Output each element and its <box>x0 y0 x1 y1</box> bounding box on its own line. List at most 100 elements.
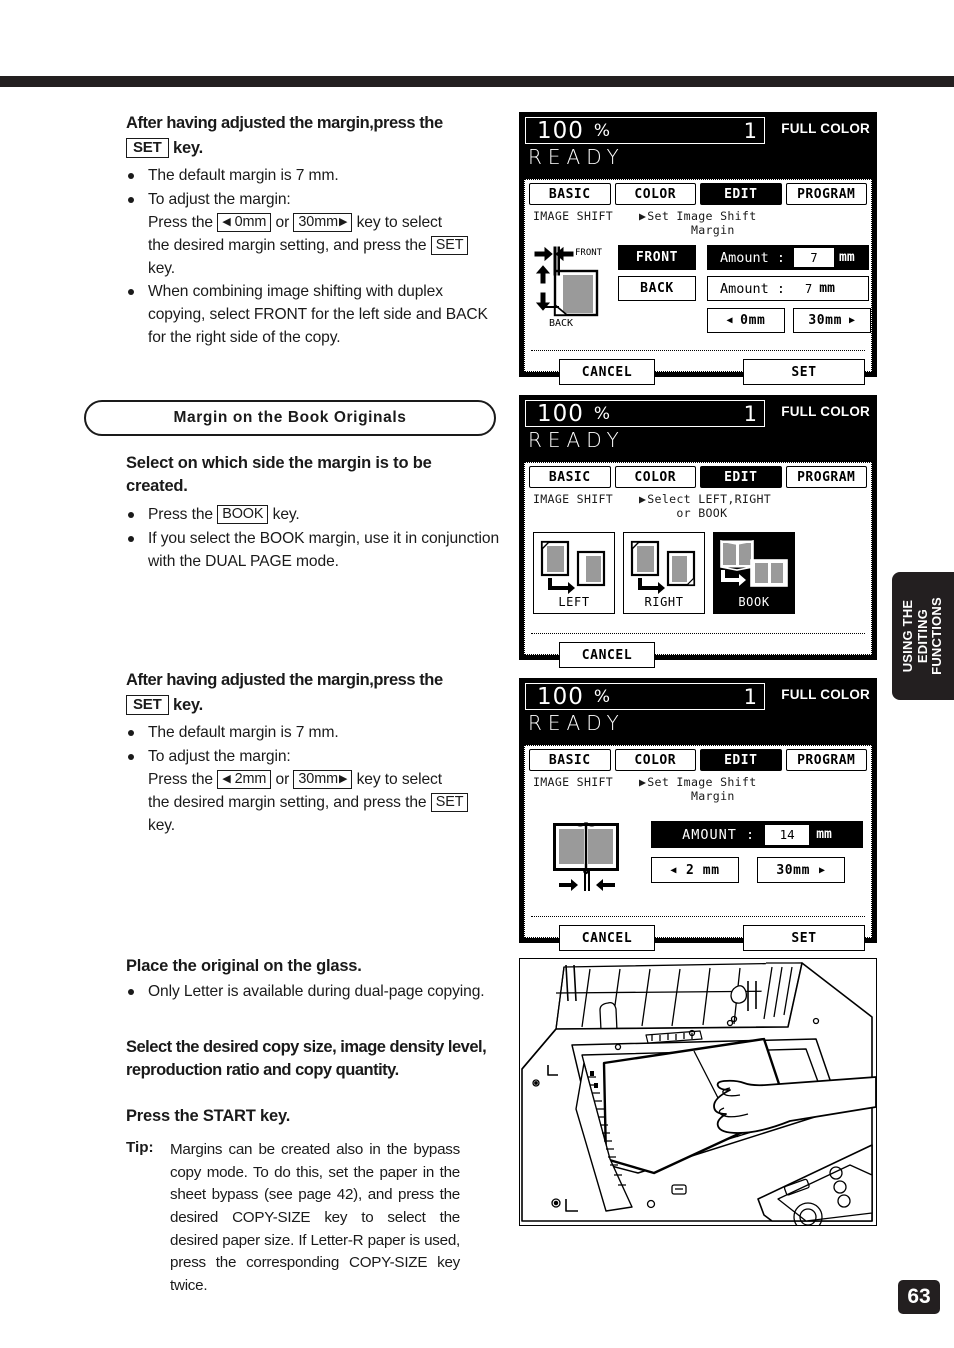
color-mode-label: FULL COLOR <box>781 687 870 702</box>
tip-block: Tip: Margins can be created also in the … <box>84 1139 504 1297</box>
lcd-status-bar: 100 % 1 FULL COLOR READY <box>520 396 876 462</box>
step-press-start-block: Press the START key. <box>84 1105 504 1130</box>
amount-book-field[interactable]: AMOUNT : 14 mm <box>651 821 863 849</box>
step-heading: Place the original on the glass. <box>126 957 362 975</box>
amount-back-label: Amount : <box>720 280 786 297</box>
left-option-label: LEFT <box>558 595 590 610</box>
status-text: READY <box>528 428 625 452</box>
lcd-image-shift-margin-book[interactable]: 100 % 1 FULL COLOR READY BASIC COLOR EDI… <box>519 678 877 952</box>
increase-margin-button[interactable]: 30mm ▶ <box>757 857 845 884</box>
right-option[interactable]: RIGHT <box>623 532 705 615</box>
feature-name: IMAGE SHIFT <box>533 492 614 506</box>
divider <box>531 633 865 635</box>
tab-basic[interactable]: BASIC <box>529 749 611 771</box>
shift-left-icon <box>540 541 606 595</box>
decrease-key-inline[interactable]: 2mm <box>217 769 272 790</box>
tip-label: Tip: <box>126 1139 154 1156</box>
tab-program[interactable]: PROGRAM <box>785 749 867 771</box>
step-select-side-block: Select on which side the margin is to be… <box>84 452 504 575</box>
lcd-image-shift-margin-front-back[interactable]: 100 % 1 FULL COLOR READY BASIC COLOR EDI… <box>519 112 877 386</box>
amount-book-label: AMOUNT : <box>682 826 756 843</box>
tab-bar: BASIC COLOR EDIT PROGRAM <box>525 180 871 205</box>
tab-bar: BASIC COLOR EDIT PROGRAM <box>525 463 871 488</box>
prompt-text: Set Image Shift Margin <box>647 775 757 804</box>
left-option[interactable]: LEFT <box>533 532 615 615</box>
step-bullets: The default margin is 7 mm. To adjust th… <box>84 165 504 350</box>
lcd-status-bar: 100 % 1 FULL COLOR READY <box>520 679 876 745</box>
prompt-arrow-icon: ▶ <box>639 209 647 223</box>
copy-quantity-value: 1 <box>743 684 757 709</box>
copy-quantity-value: 1 <box>743 118 757 143</box>
copy-quantity-value: 1 <box>743 401 757 426</box>
right-option-label: RIGHT <box>644 595 684 610</box>
feature-prompt-row: IMAGE SHIFT ▶ Set Image Shift Margin <box>525 205 871 237</box>
tab-program[interactable]: PROGRAM <box>785 466 867 488</box>
back-button[interactable]: BACK <box>618 276 696 302</box>
tab-basic[interactable]: BASIC <box>529 466 611 488</box>
amount-back-unit: mm <box>819 281 835 297</box>
step-set-key-1: After having adjusted the margin,press t… <box>84 112 504 350</box>
section-title-label: Margin on the Book Originals <box>173 409 407 426</box>
increase-margin-button[interactable]: 30mm ▶ <box>793 308 871 334</box>
tab-bar: BASIC COLOR EDIT PROGRAM <box>525 746 871 771</box>
set-key-inline[interactable]: SET <box>430 235 469 256</box>
step-heading: Select the desired copy size, image dens… <box>126 1038 487 1080</box>
book-option[interactable]: BOOK <box>713 532 795 615</box>
decrease-key-inline[interactable]: 0mm <box>217 212 272 233</box>
divider <box>531 916 865 918</box>
zoom-ratio-value: 100 <box>537 683 584 710</box>
cancel-button[interactable]: CANCEL <box>559 642 655 669</box>
set-key-inline[interactable]: SET <box>126 695 169 716</box>
step-heading: Select on which side the margin is to be… <box>126 454 432 496</box>
zoom-ratio-value: 100 <box>537 117 584 144</box>
status-text: READY <box>528 145 625 169</box>
amount-front-field[interactable]: Amount : 7 mm <box>707 245 869 271</box>
tab-edit[interactable]: EDIT <box>700 749 782 771</box>
amount-front-unit: mm <box>839 250 855 266</box>
side-tab-using-the-editing-functions: USING THE EDITING FUNCTIONS <box>892 572 954 700</box>
step-heading: After having adjusted the margin,press t… <box>126 114 443 132</box>
right-arrow-icon: ▶ <box>819 864 826 876</box>
tab-color[interactable]: COLOR <box>614 183 696 205</box>
amount-back-value: 7 <box>805 281 813 296</box>
set-key-inline[interactable]: SET <box>430 792 469 813</box>
set-key-inline[interactable]: SET <box>126 138 169 159</box>
feature-name: IMAGE SHIFT <box>533 209 614 223</box>
left-arrow-icon: ◀ <box>726 315 734 327</box>
amount-back-field[interactable]: Amount : 7 mm <box>707 276 869 302</box>
lcd-select-left-right-book[interactable]: 100 % 1 FULL COLOR READY BASIC COLOR EDI… <box>519 395 877 669</box>
step-bullets: Press the BOOK key. If you select the BO… <box>84 504 504 574</box>
step-set-key-2-block: After having adjusted the margin,press t… <box>84 669 504 838</box>
lcd-content-area: BACK FRONT FRONT BACK Amount : 7 mm Amou… <box>525 237 871 389</box>
increase-key-inline[interactable]: 30mm <box>293 769 353 790</box>
right-arrow-icon: ▶ <box>849 315 856 327</box>
tab-edit[interactable]: EDIT <box>700 466 782 488</box>
cancel-button[interactable]: CANCEL <box>559 925 655 952</box>
decrease-margin-button[interactable]: ◀ 2 mm <box>651 857 739 884</box>
bullet-adjust-margin: To adjust the margin: Press the 0mm or 3… <box>84 189 504 281</box>
increase-key-inline[interactable]: 30mm <box>293 212 353 233</box>
cancel-button[interactable]: CANCEL <box>559 359 655 386</box>
front-button[interactable]: FRONT <box>618 245 696 271</box>
side-tab-label: USING THE EDITING FUNCTIONS <box>900 597 945 675</box>
zoom-ratio-value: 100 <box>537 400 584 427</box>
color-mode-label: FULL COLOR <box>781 404 870 419</box>
set-button[interactable]: SET <box>743 925 865 952</box>
tab-color[interactable]: COLOR <box>614 749 696 771</box>
feature-prompt-row: IMAGE SHIFT ▶ Select LEFT,RIGHT or BOOK <box>525 488 871 520</box>
front-back-pictogram: BACK FRONT <box>533 243 613 329</box>
ratio-display: 100 % 1 <box>525 117 765 144</box>
feature-name: IMAGE SHIFT <box>533 775 614 789</box>
tab-program[interactable]: PROGRAM <box>785 183 867 205</box>
tab-basic[interactable]: BASIC <box>529 183 611 205</box>
amount-front-value: 7 <box>794 248 835 268</box>
book-key-inline[interactable]: BOOK <box>217 504 269 525</box>
color-mode-label: FULL COLOR <box>781 121 870 136</box>
step-heading: After having adjusted the margin,press t… <box>126 671 443 689</box>
tab-color[interactable]: COLOR <box>614 466 696 488</box>
instructions-column: After having adjusted the margin,press t… <box>84 112 504 351</box>
set-button[interactable]: SET <box>743 359 865 386</box>
decrease-margin-button[interactable]: ◀ 0mm <box>707 308 785 334</box>
bullet-press-book: Press the BOOK key. <box>84 504 504 527</box>
tab-edit[interactable]: EDIT <box>700 183 782 205</box>
